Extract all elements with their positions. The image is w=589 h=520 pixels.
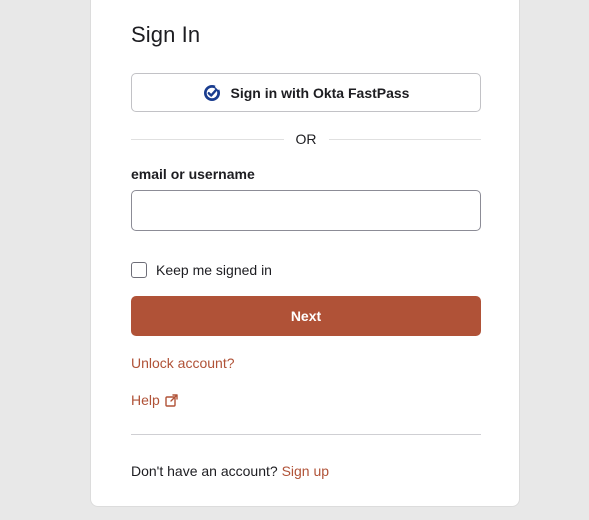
- sign-up-link[interactable]: Sign up: [282, 463, 329, 479]
- separator-line-left: [131, 138, 284, 140]
- footer-divider: [131, 434, 481, 435]
- keep-signed-in-row: Keep me signed in: [131, 261, 481, 279]
- okta-fastpass-button[interactable]: Sign in with Okta FastPass: [131, 73, 481, 112]
- help-label: Help: [131, 392, 160, 408]
- page-title: Sign In: [131, 22, 201, 47]
- external-link-icon: [165, 393, 178, 407]
- separator-line-right: [328, 138, 481, 140]
- unlock-account-link[interactable]: Unlock account?: [131, 355, 481, 371]
- okta-fastpass-check-icon: [203, 84, 221, 102]
- help-link[interactable]: Help: [131, 392, 481, 408]
- username-input[interactable]: [131, 190, 481, 231]
- next-button[interactable]: Next: [131, 296, 481, 336]
- or-separator: OR: [131, 131, 481, 147]
- keep-signed-in-label[interactable]: Keep me signed in: [156, 262, 272, 278]
- signup-prompt: Don't have an account?: [131, 463, 282, 479]
- signup-row: Don't have an account? Sign up: [131, 463, 481, 479]
- username-label: email or username: [131, 166, 255, 182]
- sign-in-card: Sign In Sign in with Okta FastPass OR em…: [90, 0, 520, 507]
- separator-text: OR: [295, 131, 317, 147]
- fastpass-label: Sign in with Okta FastPass: [230, 84, 410, 101]
- keep-signed-in-checkbox[interactable]: [131, 262, 147, 278]
